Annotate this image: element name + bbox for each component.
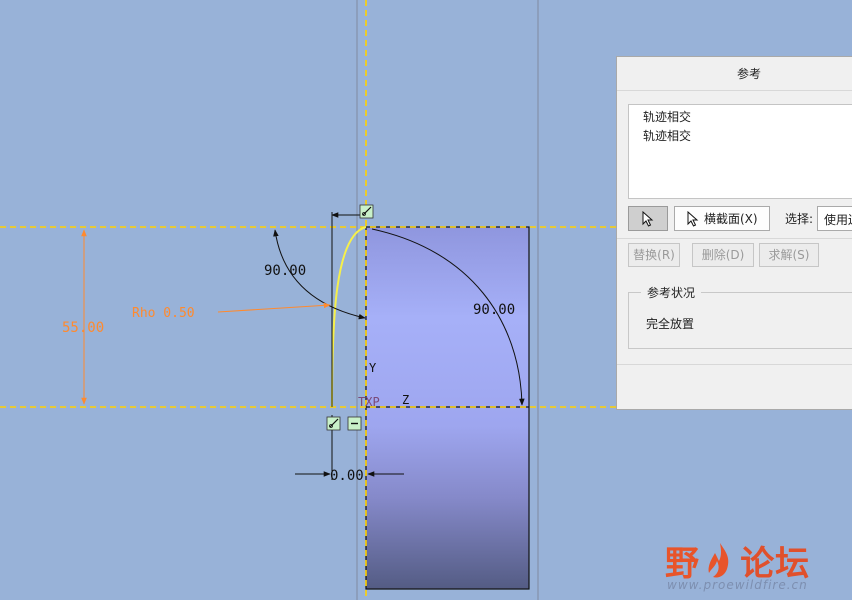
status-legend: 参考状况	[641, 284, 702, 301]
forum-watermark: 野 论坛 www.proewildfire.cn	[665, 536, 810, 592]
bottom-dimension[interactable]: 0.00	[330, 468, 364, 484]
tangent-constraint-icon[interactable]	[359, 204, 374, 219]
watermark-url: www.proewildfire.cn	[667, 578, 808, 592]
left-angle-dimension[interactable]: 90.00	[264, 263, 306, 279]
horizontal-constraint-icon[interactable]	[347, 416, 362, 431]
height-dimension[interactable]: 55.00	[62, 320, 104, 336]
divider	[617, 238, 852, 239]
references-list[interactable]: 轨迹相交 轨迹相交	[628, 104, 852, 199]
solve-button[interactable]: 求解(S)	[759, 243, 819, 267]
pointer-icon	[642, 210, 654, 227]
references-dialog: 参考 轨迹相交 轨迹相交 横截面(X) 选择: 使用边 替换(R) 删除(D) …	[616, 56, 852, 410]
select-filter-dropdown[interactable]: 使用边	[817, 206, 852, 231]
list-item[interactable]: 轨迹相交	[643, 127, 852, 146]
dialog-title: 参考	[617, 57, 852, 91]
flame-icon	[708, 543, 729, 578]
delete-button[interactable]: 删除(D)	[692, 243, 754, 267]
list-item[interactable]: 轨迹相交	[643, 108, 852, 127]
section-shape[interactable]	[365, 226, 530, 590]
reference-status-group: 参考状况 完全放置	[628, 284, 852, 349]
select-pointer-button[interactable]	[628, 206, 668, 231]
status-text: 完全放置	[646, 317, 695, 331]
cross-section-label: 横截面(X)	[704, 212, 758, 226]
axis-z-label: Z	[402, 393, 409, 407]
replace-button[interactable]: 替换(R)	[628, 243, 680, 267]
right-angle-dimension[interactable]: 90.00	[473, 302, 515, 318]
pointer-icon	[687, 210, 699, 227]
rho-leader	[217, 302, 331, 313]
cross-section-button[interactable]: 横截面(X)	[674, 206, 770, 231]
tangent-constraint-icon[interactable]	[326, 416, 341, 431]
rho-dimension[interactable]: Rho 0.50	[132, 306, 195, 321]
axis-y-label: Y	[369, 361, 377, 375]
select-label: 选择:	[785, 212, 814, 226]
divider	[617, 364, 852, 365]
csys-label: TXP	[358, 395, 380, 409]
